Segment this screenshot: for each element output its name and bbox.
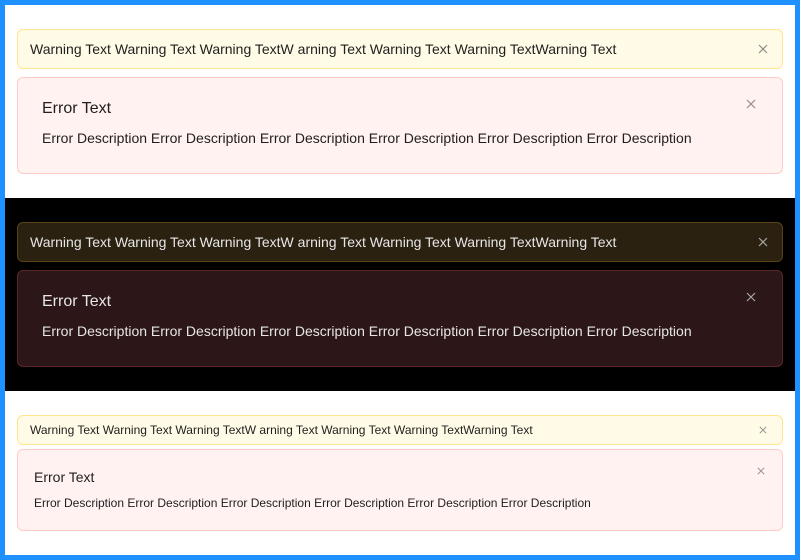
error-alert: Error Text Error Description Error Descr… xyxy=(17,77,783,174)
error-title: Error Text xyxy=(34,469,95,485)
close-icon[interactable] xyxy=(756,42,770,56)
error-alert-dark: Error Text Error Description Error Descr… xyxy=(17,270,783,367)
close-icon[interactable] xyxy=(756,423,770,437)
warning-alert: Warning Text Warning Text Warning TextW … xyxy=(17,29,783,69)
close-icon[interactable] xyxy=(744,97,758,111)
error-alert-small: Error Text Error Description Error Descr… xyxy=(17,449,783,531)
error-description: Error Description Error Description Erro… xyxy=(42,130,692,146)
warning-alert-small: Warning Text Warning Text Warning TextW … xyxy=(17,415,783,445)
light-section: Warning Text Warning Text Warning TextW … xyxy=(5,5,795,198)
close-icon[interactable] xyxy=(754,464,768,478)
warning-alert-dark: Warning Text Warning Text Warning TextW … xyxy=(17,222,783,262)
dark-section: Warning Text Warning Text Warning TextW … xyxy=(5,198,795,391)
small-section: Warning Text Warning Text Warning TextW … xyxy=(5,391,795,555)
error-title: Error Text xyxy=(42,100,112,117)
error-title: Error Text xyxy=(42,293,112,310)
close-icon[interactable] xyxy=(744,290,758,304)
error-description: Error Description Error Description Erro… xyxy=(42,323,692,339)
close-icon[interactable] xyxy=(756,235,770,249)
warning-message: Warning Text Warning Text Warning TextW … xyxy=(30,41,617,57)
error-description: Error Description Error Description Erro… xyxy=(34,496,591,510)
warning-message: Warning Text Warning Text Warning TextW … xyxy=(30,234,617,250)
warning-message: Warning Text Warning Text Warning TextW … xyxy=(30,423,533,437)
